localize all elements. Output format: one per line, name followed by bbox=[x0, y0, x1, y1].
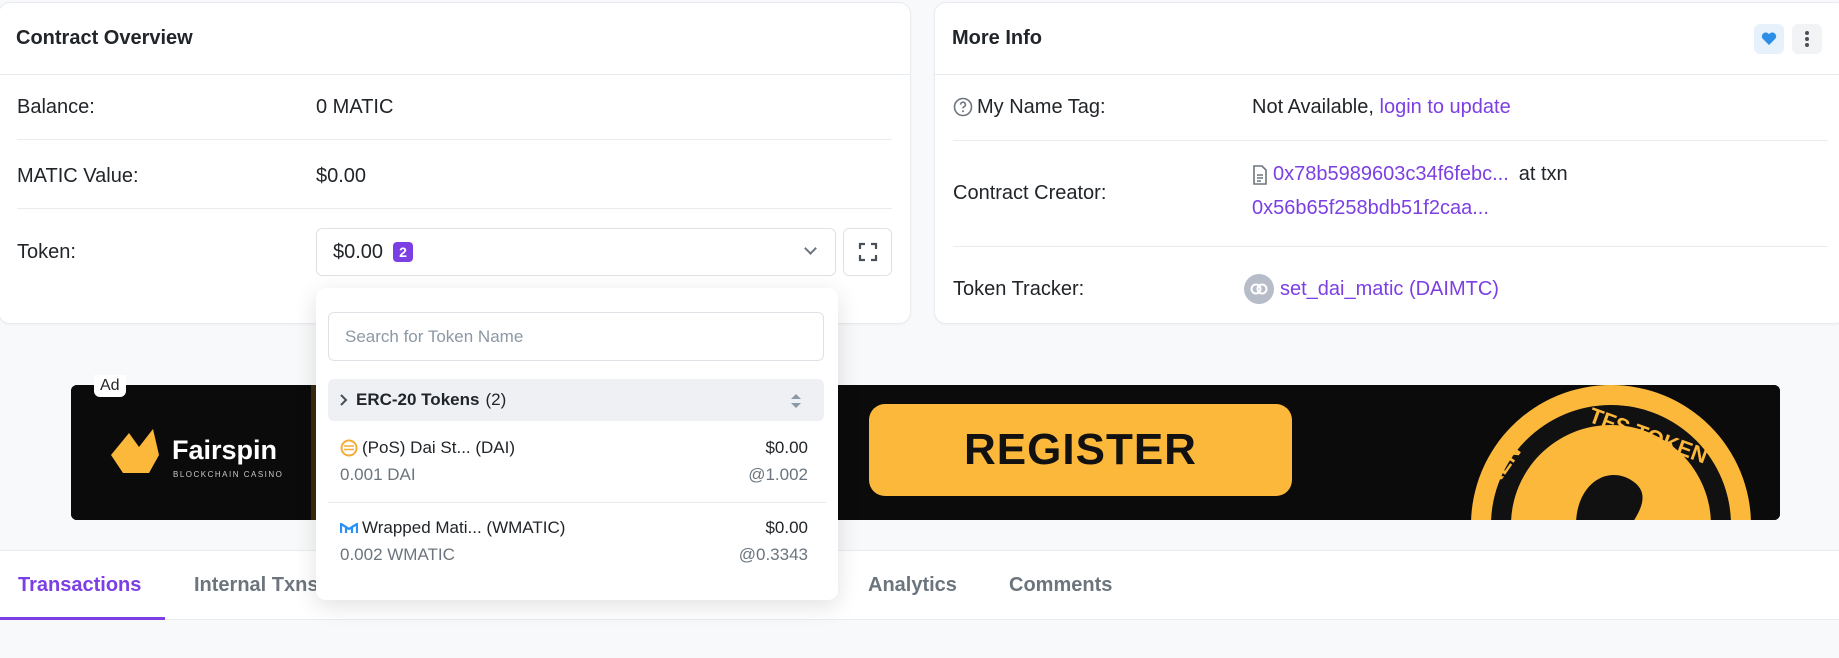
token-rate: @1.002 bbox=[748, 465, 808, 484]
token-select[interactable]: $0.00 2 bbox=[316, 228, 836, 276]
token-usd-value: $0.00 bbox=[765, 438, 808, 457]
matic-value-label: MATIC Value: bbox=[17, 164, 139, 187]
tab-transactions[interactable]: Transactions bbox=[18, 574, 141, 597]
token-dropdown: ERC-20 Tokens (2) (PoS) Dai St... (DAI) … bbox=[316, 288, 838, 600]
creator-address-wrap: 0x78b5989603c34f6febc... at txn bbox=[1252, 163, 1568, 186]
login-to-update-link[interactable]: login to update bbox=[1380, 96, 1511, 118]
token-total-value: $0.00 bbox=[333, 240, 384, 263]
dai-icon bbox=[340, 439, 358, 457]
token-rate: @0.3343 bbox=[738, 545, 808, 564]
more-info-header: More Info bbox=[935, 3, 1839, 75]
contract-overview-header: Contract Overview bbox=[0, 3, 910, 75]
group-name: ERC-20 Tokens bbox=[356, 390, 480, 409]
divider bbox=[953, 140, 1828, 141]
chevron-down-icon bbox=[804, 242, 817, 255]
name-tag-value: Not Available, bbox=[1252, 95, 1374, 118]
divider bbox=[17, 208, 892, 209]
matic-value-row: MATIC Value: $0.00 bbox=[17, 163, 892, 189]
token-name: Wrapped Mati... (WMATIC) bbox=[362, 518, 566, 537]
balance-value: 0 MATIC bbox=[316, 95, 394, 118]
token-amount: 0.002 WMATIC bbox=[340, 545, 455, 564]
expand-icon bbox=[858, 242, 877, 262]
matic-icon bbox=[340, 522, 358, 533]
token-search-input[interactable] bbox=[328, 312, 824, 361]
balance-label: Balance: bbox=[17, 95, 95, 118]
token-amount: 0.001 DAI bbox=[340, 465, 416, 484]
token-tracker-label: Token Tracker: bbox=[953, 277, 1085, 300]
at-txn-text: at txn bbox=[1518, 163, 1568, 185]
favorite-button[interactable] bbox=[1754, 23, 1784, 54]
token-usd-value: $0.00 bbox=[765, 518, 808, 537]
group-count: (2) bbox=[485, 390, 507, 409]
ad-brand-sub: BLOCKCHAIN CASINO bbox=[173, 470, 284, 479]
name-tag-label: My Name Tag: bbox=[977, 95, 1106, 118]
token-row: Token: bbox=[17, 239, 297, 265]
heart-icon bbox=[1761, 31, 1777, 45]
token-logo-icon bbox=[1244, 274, 1274, 304]
token-name: (PoS) Dai St... (DAI) bbox=[362, 438, 516, 457]
token-tracker-link[interactable]: set_dai_matic (DAIMTC) bbox=[1280, 278, 1499, 301]
divider bbox=[328, 502, 826, 503]
active-tab-indicator bbox=[0, 617, 165, 620]
creator-address-link[interactable]: 0x78b5989603c34f6febc... bbox=[1273, 163, 1509, 186]
ad-brand: Fairspin bbox=[172, 435, 278, 465]
name-tag-value-wrap: Not Available, login to update bbox=[1252, 96, 1511, 119]
token-name-wrap: Wrapped Mati... (WMATIC) bbox=[340, 518, 565, 538]
card-title: Contract Overview bbox=[16, 27, 193, 49]
matic-value: $0.00 bbox=[316, 164, 367, 187]
token-list-item[interactable]: (PoS) Dai St... (DAI) $0.00 0.001 DAI @1… bbox=[340, 438, 808, 492]
kebab-menu-icon bbox=[1805, 30, 1809, 47]
divider bbox=[17, 139, 892, 140]
token-list-item[interactable]: Wrapped Mati... (WMATIC) $0.00 0.002 WMA… bbox=[340, 518, 808, 572]
token-name-wrap: (PoS) Dai St... (DAI) bbox=[340, 438, 515, 458]
register-label: REGISTER bbox=[964, 425, 1197, 474]
token-count-badge: 2 bbox=[393, 242, 413, 262]
tab-bar: Transactions Internal Txns Analytics Com… bbox=[0, 550, 1839, 620]
sort-icon[interactable] bbox=[790, 393, 802, 409]
creator-txn-link[interactable]: 0x56b65f258bdb51f2caa... bbox=[1252, 197, 1489, 220]
register-button[interactable]: REGISTER bbox=[869, 404, 1292, 496]
file-icon bbox=[1253, 164, 1267, 185]
expand-button[interactable] bbox=[843, 228, 892, 276]
token-tracker-value-wrap: set_dai_matic (DAIMTC) bbox=[1244, 274, 1499, 304]
token-label: Token: bbox=[17, 240, 76, 263]
card-title: More Info bbox=[952, 27, 1042, 49]
more-options-button[interactable] bbox=[1792, 23, 1822, 54]
balance-row: Balance: 0 MATIC bbox=[17, 94, 892, 120]
tab-internal-txns[interactable]: Internal Txns bbox=[194, 574, 318, 597]
erc20-group-header[interactable]: ERC-20 Tokens (2) bbox=[328, 379, 824, 421]
tab-comments[interactable]: Comments bbox=[1009, 574, 1112, 597]
divider bbox=[953, 246, 1828, 247]
chevron-right-icon bbox=[340, 394, 348, 406]
header-actions bbox=[1746, 23, 1822, 54]
question-circle-icon bbox=[953, 97, 973, 117]
tab-analytics[interactable]: Analytics bbox=[868, 574, 957, 597]
name-tag-row: My Name Tag: Not Available, login to upd… bbox=[953, 94, 1828, 120]
ad-tag: Ad bbox=[94, 375, 126, 397]
contract-creator-label: Contract Creator: bbox=[953, 181, 1107, 204]
